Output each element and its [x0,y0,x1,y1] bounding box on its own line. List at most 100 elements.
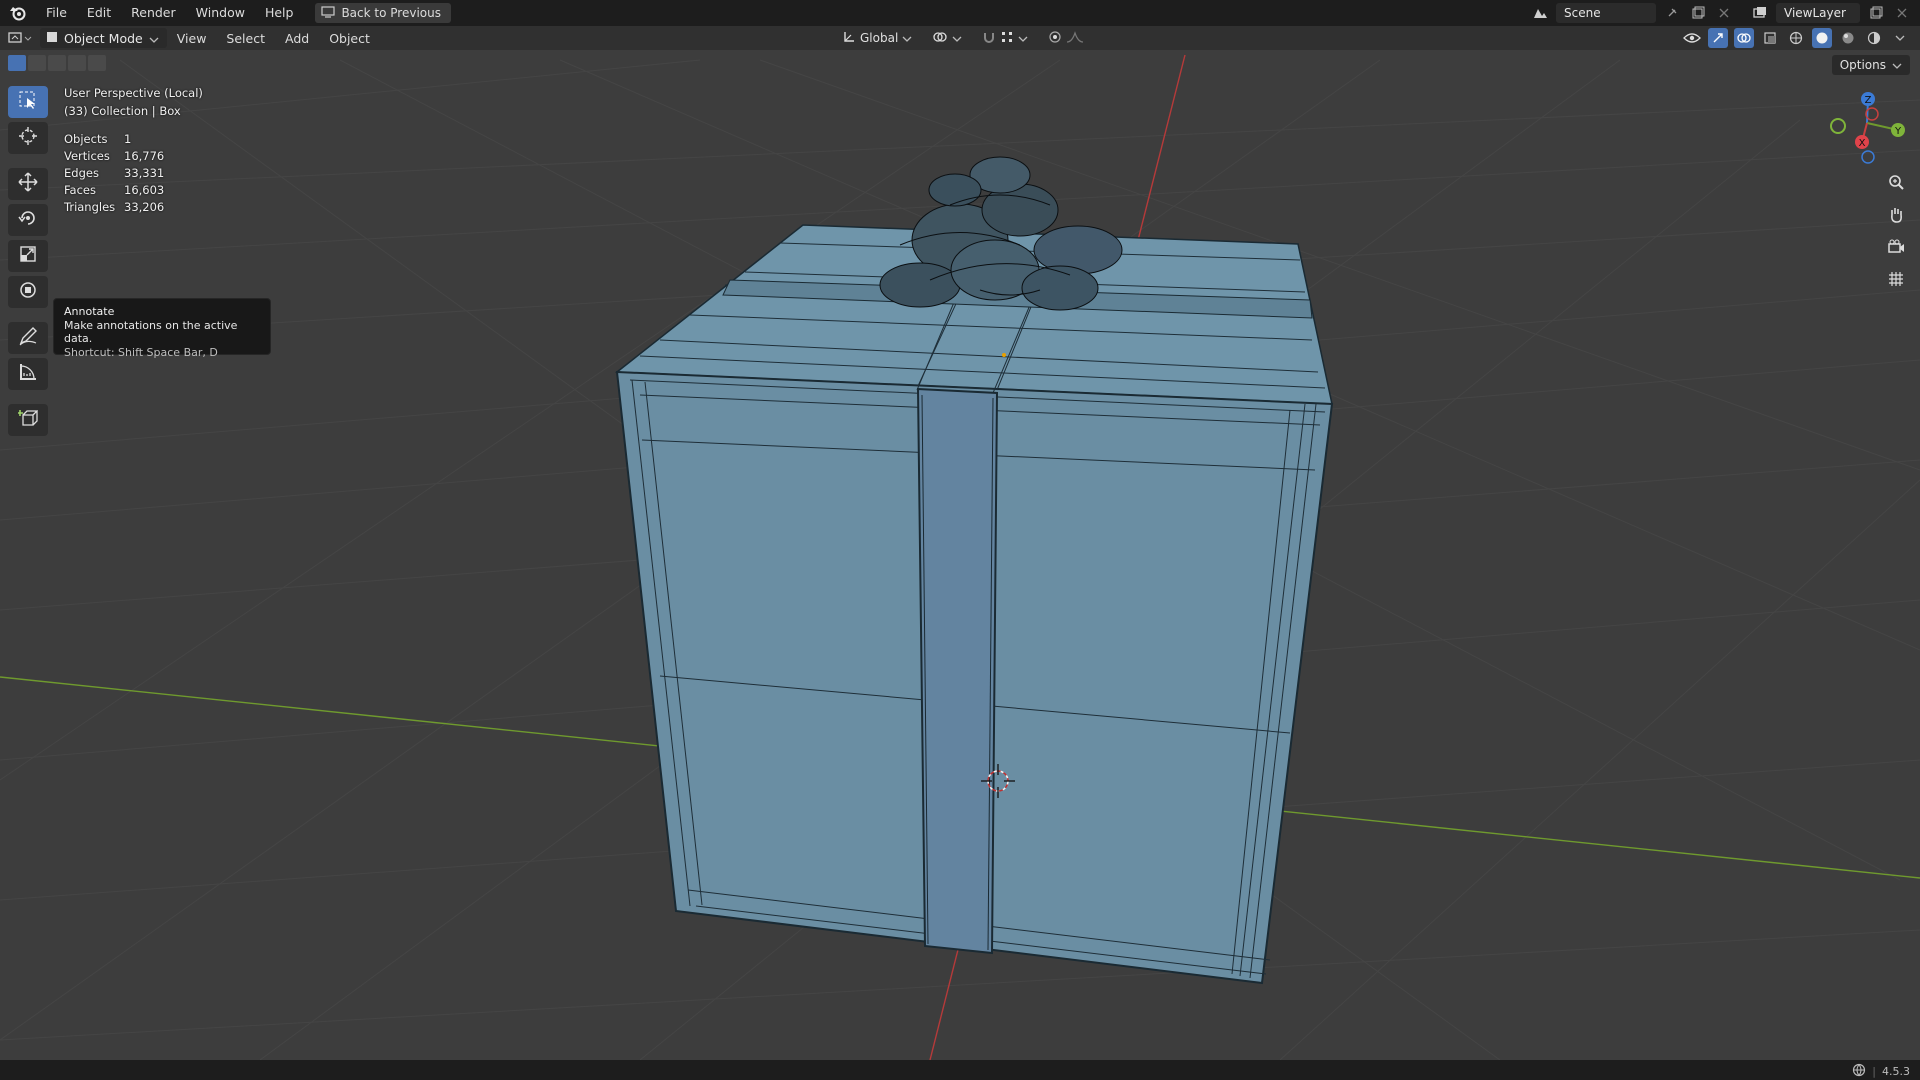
options-dropdown[interactable]: Options [1831,55,1910,75]
camera-view-icon[interactable] [1882,234,1910,260]
pan-hand-icon[interactable] [1882,202,1910,228]
view-layer-icon [1750,3,1770,23]
select-new-icon[interactable] [8,55,26,71]
solid-shading-icon[interactable] [1812,28,1832,48]
stat-value: 16,776 [124,149,165,163]
stat-value: 1 [124,132,132,146]
material-shading-icon[interactable] [1838,28,1858,48]
blender-window: File Edit Render Window Help Back to Pre… [0,0,1920,1080]
pivot-point-dropdown[interactable] [926,28,968,48]
options-label: Options [1839,58,1886,72]
select-intersect-icon[interactable] [88,55,106,71]
proportional-editing-toggle[interactable] [1042,28,1090,48]
toggle-orthographic-grid-icon[interactable] [1882,266,1910,292]
object-mode-dropdown[interactable]: Object Mode [40,28,167,48]
rotate-icon [18,208,38,232]
transform-tool[interactable] [8,276,48,308]
stat-label: Objects [64,132,108,146]
measure-tool[interactable] [8,358,48,390]
top-right-controls: Scene ViewLayer [1530,2,1912,24]
new-scene-icon[interactable] [1688,3,1708,23]
blender-logo-icon[interactable] [0,0,36,26]
scale-tool[interactable] [8,240,48,272]
move-tool[interactable] [8,168,48,200]
stat-row-triangles: Triangles 33,206 [64,200,164,217]
scene-canvas[interactable] [0,50,1920,1060]
annotate-tooltip: Annotate Make annotations on the active … [53,298,271,359]
collection-label: (33) Collection | Box [64,104,181,118]
scene-name-field[interactable]: Scene [1556,3,1656,23]
stat-value: 33,206 [124,200,165,214]
viewport-info: User Perspective (Local) (33) Collection… [64,86,203,122]
gizmo-toggle-icon[interactable] [1708,28,1728,48]
network-globe-icon[interactable] [1852,1063,1866,1080]
select-extend-icon[interactable] [28,55,46,71]
add-cube-icon [17,408,39,432]
version-label: 4.5.3 [1882,1065,1910,1078]
gizmo-z-label: Z [1865,95,1872,106]
menu-add[interactable]: Add [275,31,319,46]
stat-label: Edges [64,166,99,180]
menu-help[interactable]: Help [255,0,304,26]
gift-bow-mesh [879,156,1123,311]
menu-window[interactable]: Window [186,0,255,26]
menu-edit[interactable]: Edit [77,0,121,26]
annotate-tool[interactable] [8,322,48,354]
chevron-down-icon [149,31,159,46]
snap-grid-icon [1000,30,1014,47]
rendered-shading-icon[interactable] [1864,28,1884,48]
transform-icon [18,280,38,304]
menu-select[interactable]: Select [216,31,275,46]
navigation-gizmo[interactable]: Z Y X [1810,86,1920,170]
navigation-buttons [1882,170,1910,292]
perspective-label: User Perspective (Local) [64,86,203,100]
magnet-icon [982,30,996,47]
menu-view[interactable]: View [167,31,217,46]
stat-value: 16,603 [124,183,165,197]
add-cube-tool[interactable] [8,404,48,436]
tooltip-title: Annotate [64,305,115,318]
scene-selector[interactable]: Scene [1530,2,1734,24]
zoom-magnifier-icon[interactable] [1882,170,1910,196]
view-layer-name: ViewLayer [1784,6,1846,20]
object-mode-label: Object Mode [64,30,143,46]
new-view-layer-icon[interactable] [1866,3,1886,23]
select-box-tool[interactable] [8,86,48,118]
xray-toggle-icon[interactable] [1760,28,1780,48]
rotate-tool[interactable] [8,204,48,236]
pin-icon[interactable] [1662,3,1682,23]
measure-ruler-icon [18,362,38,386]
gift-box-mesh[interactable] [614,156,1334,985]
header-center-tools: Global [836,28,1090,48]
pivot-icon [932,30,948,47]
gizmo-neg-z-axis[interactable] [1861,150,1875,164]
editor-type-selector[interactable] [0,26,40,50]
close-view-layer-icon[interactable] [1892,3,1912,23]
stat-label: Faces [64,183,96,197]
select-invert-icon[interactable] [68,55,86,71]
status-divider: | [1872,1065,1876,1078]
wireframe-shading-icon[interactable] [1786,28,1806,48]
object-origin [1002,353,1006,357]
menu-render[interactable]: Render [121,0,186,26]
menu-object[interactable]: Object [319,31,380,46]
header-right-tools [1682,28,1910,48]
3d-viewport[interactable] [0,50,1920,1060]
snap-toggle[interactable] [976,28,1034,48]
transform-orientation-dropdown[interactable]: Global [836,28,918,48]
shading-options-chevron-icon[interactable] [1890,28,1910,48]
view-layer-name-field[interactable]: ViewLayer [1776,3,1860,23]
view-layer-selector[interactable]: ViewLayer [1750,2,1912,24]
version-info: | 4.5.3 [1852,1063,1910,1080]
back-to-previous-button[interactable]: Back to Previous [315,3,451,23]
chevron-down-icon [902,31,912,45]
menu-file[interactable]: File [36,0,77,26]
cursor-tool[interactable] [8,122,48,154]
gizmo-neg-y-axis[interactable] [1830,118,1846,134]
visibility-eye-icon[interactable] [1682,28,1702,48]
stat-row-faces: Faces 16,603 [64,183,164,200]
top-menu-bar: File Edit Render Window Help Back to Pre… [0,0,1920,26]
overlays-toggle-icon[interactable] [1734,28,1754,48]
close-scene-icon[interactable] [1714,3,1734,23]
select-subtract-icon[interactable] [48,55,66,71]
